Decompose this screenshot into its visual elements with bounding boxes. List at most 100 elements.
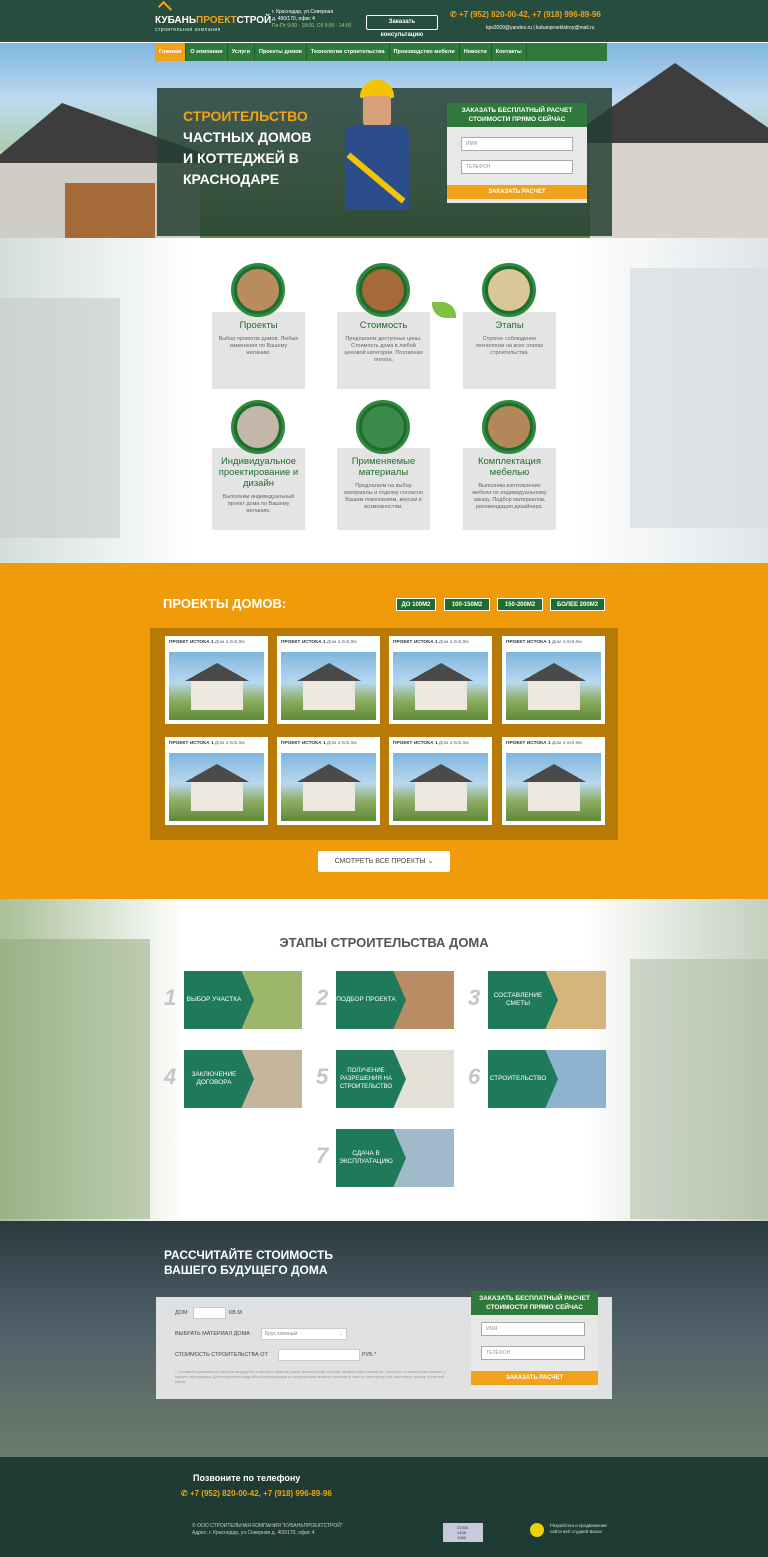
project-name: ПРОЕКТ ИСТОКА 1 — [281, 741, 326, 746]
material-select[interactable]: Брус клееный ⌄ — [261, 1328, 347, 1340]
stage-label: СТРОИТЕЛЬСТВО — [488, 1050, 558, 1108]
logo[interactable]: КУБАНЬПРОЕКТСТРОЙ строительная компания — [155, 0, 271, 40]
filter-under-100[interactable]: ДО 100М2 — [396, 598, 436, 611]
project-card[interactable]: ПРОЕКТ ИСТОКА 1 Дом 4,0х5,0м — [165, 636, 268, 724]
filter-over-200[interactable]: БОЛЕЕ 200М2 — [550, 598, 605, 611]
email-link[interactable]: kps2009@yandex.ru — [486, 25, 532, 31]
visit-counter[interactable]: 21000 1408 1366 — [443, 1523, 483, 1542]
feature-title: Стоимость — [359, 320, 408, 331]
nav-item-services[interactable]: Услуги — [228, 43, 255, 61]
hero-title-rest: ЧАСТНЫХ ДОМОВ И КОТТЕДЖЕЙ В КРАСНОДАРЕ — [183, 129, 312, 187]
nav-item-technology[interactable]: Технологии строительства — [307, 43, 390, 61]
counter-value: 1366 — [457, 1535, 466, 1540]
stage-number: 2 — [316, 985, 329, 1010]
filter-150-200[interactable]: 150-200М2 — [497, 598, 543, 611]
material-label: ВЫБРАТЬ МАТЕРИАЛ ДОМА — [175, 1331, 250, 1337]
calc-title-line: ВАШЕГО БУДУЩЕГО ДОМА — [164, 1263, 328, 1277]
stage-card[interactable]: ПОЛУЧЕНИЕ РАЗРЕШЕНИЯ НА СТРОИТЕЛЬСТВО — [336, 1050, 454, 1108]
project-name: ПРОЕКТ ИСТОКА 1 — [393, 741, 438, 746]
nav-item-furniture[interactable]: Производство мебели — [390, 43, 460, 61]
stages-title: ЭТАПЫ СТРОИТЕЛЬСТВА ДОМА — [279, 935, 489, 950]
stage-label: ПОДБОР ПРОЕКТА — [336, 971, 406, 1029]
nav-item-projects[interactable]: Проекты домов — [255, 43, 307, 61]
email-link[interactable]: kubanproektstroy@mail.ru — [536, 25, 594, 31]
feature-card[interactable]: Этапы Строгое соблюдение технологии на вс… — [463, 312, 556, 389]
project-card[interactable]: ПРОЕКТ ИСТОКА 1 Дом 4,0х5,0м — [277, 737, 380, 825]
feature-card[interactable]: Проекты Выбор проектов домов. Любые измен… — [212, 312, 305, 389]
logo-subtitle: строительная компания — [155, 27, 221, 33]
project-card[interactable]: ПРОЕКТ ИСТОКА 1 Дом 4,0х5,0м — [277, 636, 380, 724]
house-roof — [297, 764, 361, 782]
project-card-title: ПРОЕКТ ИСТОКА 1 Дом 4,0х5,0м — [502, 737, 605, 746]
phone-input[interactable]: ТЕЛЕФОН — [461, 160, 573, 174]
phones-text: +7 (952) 820-00-42, +7 (918) 996-89-96 — [458, 10, 601, 19]
name-input[interactable]: ИМЯ — [481, 1322, 585, 1336]
stage-card[interactable]: ПОДБОР ПРОЕКТА — [336, 971, 454, 1029]
feature-card[interactable]: Применяемые материалы Предлагаем на выбор… — [337, 448, 430, 530]
house-facade — [303, 777, 355, 811]
footer-call-label: Позвоните по телефону — [193, 1473, 301, 1483]
project-card[interactable]: ПРОЕКТ ИСТОКА 1 Дом 4,0х5,0м — [502, 737, 605, 825]
feature-card[interactable]: Стоимость Предлагаем доступные цены. Стои… — [337, 312, 430, 389]
cost-output — [278, 1349, 360, 1361]
projects-title: ПРОЕКТЫ ДОМОВ: — [163, 596, 287, 611]
phone-input[interactable]: ТЕЛЕФОН — [481, 1346, 585, 1360]
house-facade — [528, 676, 580, 710]
project-size: Дом 4,0х5,0м — [438, 640, 469, 645]
stage-label: СОСТАВЛЕНИЕ СМЕТЫ — [488, 971, 558, 1029]
stage-label: СДАЧА В ЭКСПЛУАТАЦИЮ — [336, 1129, 406, 1187]
stage-card[interactable]: СОСТАВЛЕНИЕ СМЕТЫ — [488, 971, 606, 1029]
project-size: Дом 4,0х5,0м — [438, 741, 469, 746]
house-facade — [191, 777, 243, 811]
feature-card[interactable]: Комплектация мебелью Выполним изготовлени… — [463, 448, 556, 530]
footer-phones[interactable]: ✆ +7 (952) 820-00-42, +7 (918) 996-89-96 — [181, 1489, 332, 1498]
order-calc-button[interactable]: ЗАКАЗАТЬ РАСЧЕТ — [471, 1371, 598, 1385]
project-size: Дом 4,0х5,0м — [551, 640, 582, 645]
header-emails: kps2009@yandex.ru | kubanproektstroy@mai… — [486, 25, 595, 31]
project-card-title: ПРОЕКТ ИСТОКА 1 Дом 4,0х5,0м — [165, 737, 268, 746]
project-card-title: ПРОЕКТ ИСТОКА 1 Дом 4,0х5,0м — [277, 737, 380, 746]
footer — [0, 1457, 768, 1557]
stage-label: ВЫБОР УЧАСТКА — [184, 971, 254, 1029]
project-card-title: ПРОЕКТ ИСТОКА 1 Дом 4,0х5,0м — [389, 636, 492, 645]
project-card[interactable]: ПРОЕКТ ИСТОКА 1 Дом 4,0х5,0м — [502, 636, 605, 724]
stage-card[interactable]: СТРОИТЕЛЬСТВО — [488, 1050, 606, 1108]
all-projects-button[interactable]: СМОТРЕТЬ ВСЕ ПРОЕКТЫ ⌄ — [318, 851, 450, 872]
stage-card[interactable]: ВЫБОР УЧАСТКА — [184, 971, 302, 1029]
furniture-icon — [482, 400, 536, 454]
stage-label: ЗАКЛЮЧЕНИЕ ДОГОВОРА — [184, 1050, 254, 1108]
stage-label: ПОЛУЧЕНИЕ РАЗРЕШЕНИЯ НА СТРОИТЕЛЬСТВО — [336, 1050, 406, 1108]
feature-text: Выполним индивидуальный проект дома по В… — [222, 494, 295, 514]
stage-card[interactable]: ЗАКЛЮЧЕНИЕ ДОГОВОРА — [184, 1050, 302, 1108]
area-input[interactable] — [193, 1307, 226, 1319]
consult-button[interactable]: Заказать консультацию — [366, 15, 438, 38]
stage-number: 6 — [468, 1064, 481, 1089]
header-phones[interactable]: ✆ +7 (952) 820-00-42, +7 (918) 996-89-96 — [450, 10, 615, 19]
house-facade — [528, 777, 580, 811]
address-line: г. Краснодар, ул.Северная — [272, 9, 334, 15]
nav-item-news[interactable]: Новости — [460, 43, 492, 61]
hero-title: СТРОИТЕЛЬСТВО ЧАСТНЫХ ДОМОВ И КОТТЕДЖЕЙ … — [183, 106, 323, 190]
stage-card[interactable]: СДАЧА В ЭКСПЛУАТАЦИЮ — [336, 1129, 454, 1187]
garage-door — [65, 183, 155, 238]
nav-item-contacts[interactable]: Контакты — [492, 43, 527, 61]
house-roof — [185, 764, 249, 782]
nav-item-home[interactable]: Главная — [155, 43, 187, 61]
feature-title: Комплектация мебелью — [477, 456, 541, 478]
house-image-right — [630, 268, 768, 528]
form-title: ЗАКАЗАТЬ БЕСПЛАТНЫЙ РАСЧЕТ СТОИМОСТИ ПРЯ… — [471, 1291, 598, 1315]
order-calc-button[interactable]: ЗАКАЗАТЬ РАСЧЕТ — [447, 185, 587, 199]
phone-icon: ✆ — [181, 1489, 190, 1498]
project-card[interactable]: ПРОЕКТ ИСТОКА 1 Дом 4,0х5,0м — [165, 737, 268, 825]
feature-title: Применяемые материалы — [351, 456, 416, 478]
name-input[interactable]: ИМЯ — [461, 137, 573, 151]
project-card[interactable]: ПРОЕКТ ИСТОКА 1 Дом 4,0х5,0м — [389, 636, 492, 724]
header-address: г. Краснодар, ул.Северная д. 400/170, оф… — [272, 9, 362, 30]
nav-item-about[interactable]: О компании — [186, 43, 228, 61]
developer-credit[interactable]: Разработка и продвижение сайта веб студи… — [530, 1523, 615, 1537]
project-card[interactable]: ПРОЕКТ ИСТОКА 1 Дом 4,0х5,0м — [389, 737, 492, 825]
filter-100-150[interactable]: 100-150М2 — [444, 598, 490, 611]
logo-text-end: СТРОЙ — [236, 15, 272, 26]
feature-card[interactable]: Индивидуальное проектирование и дизайн Вы… — [212, 448, 305, 530]
house-roof — [409, 663, 473, 681]
